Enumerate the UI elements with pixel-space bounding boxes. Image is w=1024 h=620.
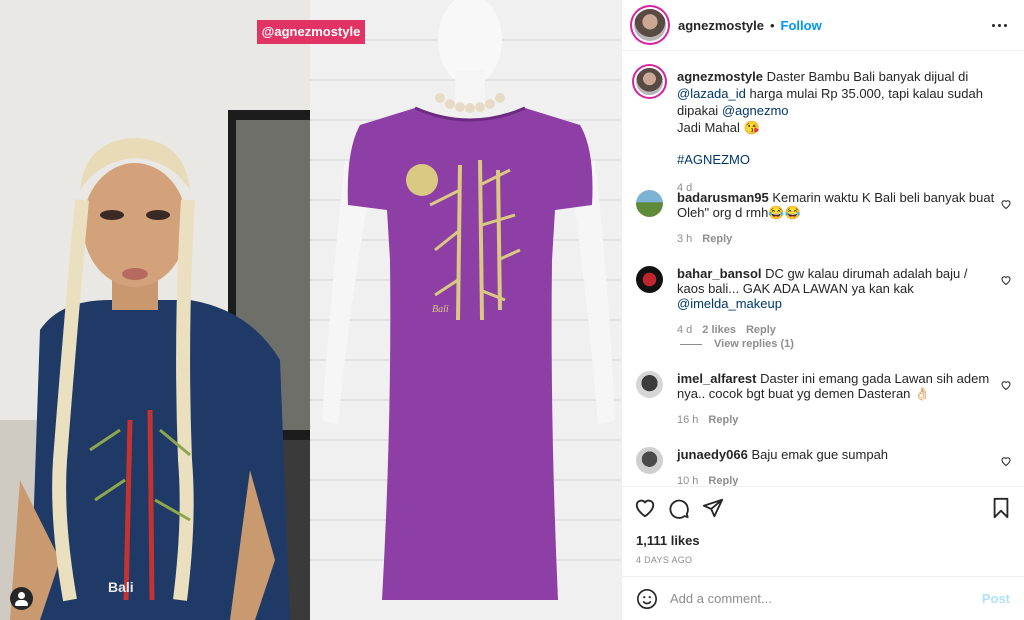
post-actions: 1,111 likes 4 DAYS AGO (622, 486, 1024, 576)
comment-input[interactable] (670, 591, 970, 606)
svg-text:Bali: Bali (432, 304, 449, 315)
comment-time: 10 h (677, 475, 699, 486)
post-media[interactable]: Bali Bali @agnezmostyle (0, 0, 621, 620)
comment-bubble-icon[interactable] (668, 497, 690, 519)
reply-button[interactable]: Reply (708, 413, 738, 428)
post-header: agnezmostyle • Follow (622, 0, 1024, 51)
comments-list[interactable]: agnezmostyle Daster Bambu Bali banyak di… (622, 52, 1024, 486)
photo-model: Bali (0, 0, 310, 620)
replies-divider (680, 343, 702, 345)
comment-avatar[interactable] (636, 266, 663, 293)
photo-dress: Bali (310, 0, 621, 620)
caption-text-3: Jadi Mahal 😘 (677, 120, 760, 135)
author-username[interactable]: agnezmostyle (678, 18, 764, 33)
comment-item: junaedy066 Baju emak gue sumpah 10 h Rep… (636, 447, 1012, 486)
view-replies-button[interactable]: View replies (1) (680, 338, 794, 350)
comment-text: Baju emak gue sumpah (751, 447, 889, 462)
more-horizontal-icon[interactable] (992, 18, 1008, 32)
view-replies-label[interactable]: View replies (1) (714, 338, 794, 350)
comment-avatar[interactable] (636, 190, 663, 217)
likes-count[interactable]: 1,111 likes (636, 533, 700, 548)
like-comment-icon[interactable] (1000, 274, 1012, 286)
like-comment-icon[interactable] (1000, 198, 1012, 210)
follow-button[interactable]: Follow (781, 18, 822, 33)
reply-button[interactable]: Reply (702, 232, 732, 247)
like-heart-icon[interactable] (634, 497, 656, 519)
comment-item: bahar_bansol DC gw kalau dirumah adalah … (636, 266, 1012, 338)
comment-username[interactable]: bahar_bansol (677, 266, 762, 281)
comment-avatar[interactable] (636, 371, 663, 398)
post-comment-button[interactable]: Post (982, 591, 1010, 606)
like-comment-icon[interactable] (1000, 379, 1012, 391)
like-comment-icon[interactable] (1000, 455, 1012, 467)
author-avatar[interactable] (634, 9, 666, 41)
comment-likes[interactable]: 2 likes (702, 323, 736, 338)
caption-hashtag[interactable]: #AGNEZMO (677, 151, 997, 168)
post-side-panel: agnezmostyle • Follow agnezmostyle Daste… (621, 0, 1024, 620)
comment-mention[interactable]: @imelda_makeup (677, 296, 782, 311)
watermark-label: @agnezmostyle (257, 20, 365, 44)
share-send-icon[interactable] (702, 497, 724, 519)
comment-username[interactable]: imel_alfarest (677, 371, 757, 386)
comment-time: 4 d (677, 324, 693, 336)
comment-username[interactable]: badarusman95 (677, 190, 769, 205)
comment-username[interactable]: junaedy066 (677, 447, 748, 462)
caption-mention-2[interactable]: @agnezmo (722, 103, 789, 118)
caption-avatar[interactable] (636, 68, 663, 95)
caption-mention-1[interactable]: @lazada_id (677, 86, 746, 101)
reply-button[interactable]: Reply (746, 323, 776, 338)
caption: agnezmostyle Daster Bambu Bali banyak di… (636, 68, 1012, 197)
comment-avatar[interactable] (636, 447, 663, 474)
add-comment-bar: Post (622, 576, 1024, 620)
user-tag-icon[interactable] (10, 587, 33, 610)
comment-time: 3 h (677, 233, 693, 245)
header-separator: • (769, 17, 775, 33)
comment-time: 16 h (677, 414, 699, 426)
comment-item: badarusman95 Kemarin waktu K Bali beli b… (636, 190, 1012, 247)
post-date: 4 DAYS AGO (636, 555, 693, 565)
dress-illustration: Bali (310, 0, 621, 620)
reply-button[interactable]: Reply (708, 474, 738, 486)
svg-text:Bali: Bali (108, 579, 134, 595)
caption-username[interactable]: agnezmostyle (677, 69, 763, 84)
model-illustration: Bali (0, 0, 310, 620)
caption-text-1: Daster Bambu Bali banyak dijual di (766, 69, 969, 84)
bookmark-icon[interactable] (990, 497, 1012, 519)
emoji-icon[interactable] (636, 588, 658, 610)
comment-item: imel_alfarest Daster ini emang gada Lawa… (636, 371, 1012, 428)
